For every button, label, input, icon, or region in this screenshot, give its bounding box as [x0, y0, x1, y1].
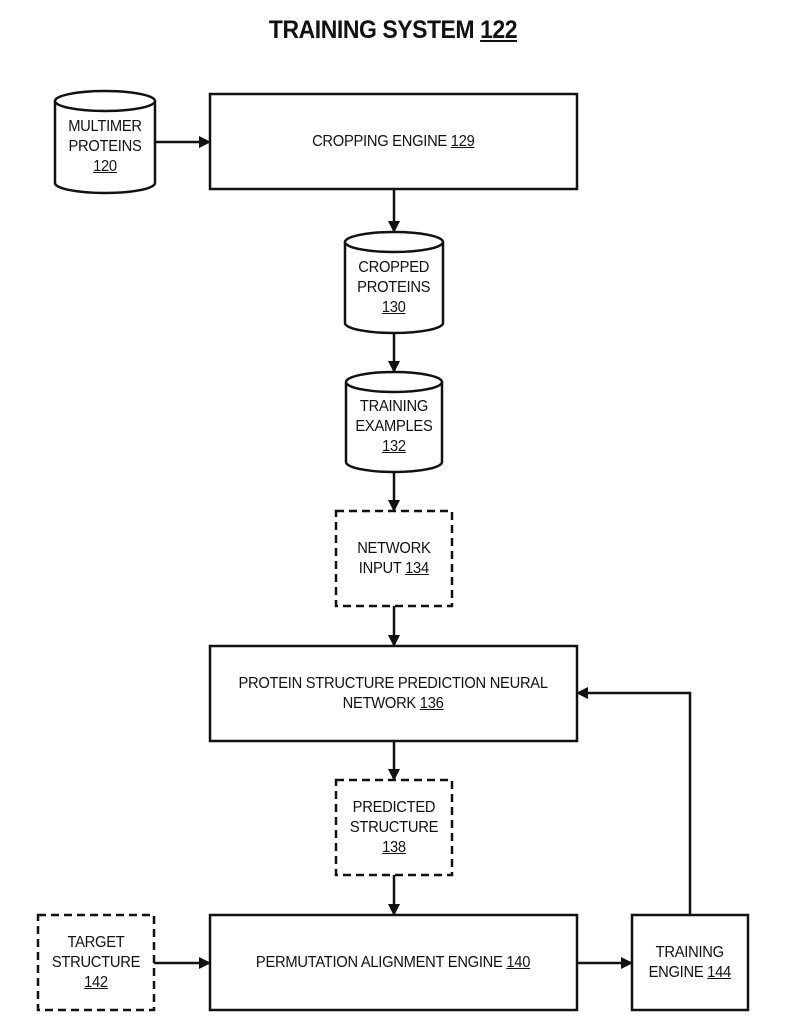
label-text: PROTEINS [357, 278, 431, 296]
node-label-permutation-alignment-engine: PERMUTATION ALIGNMENT ENGINE 140 [210, 915, 577, 1010]
node-label-target-structure: TARGET STRUCTURE 142 [38, 915, 154, 1010]
reference-number: 132 [382, 438, 406, 455]
label-line: 138 [350, 838, 438, 858]
label-text: PROTEINS [68, 138, 142, 155]
label-text: PERMUTATION ALIGNMENT ENGINE [256, 953, 504, 971]
label-text: ENGINE [648, 963, 704, 981]
label-line: 120 [68, 157, 142, 177]
label-line: PROTEINS [68, 137, 142, 157]
label-line: MULTIMER [68, 117, 142, 137]
label-line: PREDICTED [350, 798, 438, 818]
label-line: CROPPED [357, 258, 430, 278]
edge-training-engine-to-neural-network [576, 687, 692, 915]
label-text: PREDICTED [352, 798, 436, 816]
reference-number: 144 [707, 963, 732, 981]
node-label-network-input: NETWORK INPUT 134 [336, 511, 452, 606]
label-text: CROPPED [358, 258, 430, 276]
diagram-title: TRAINING SYSTEM 122 [31, 16, 754, 45]
node-label-multimer-proteins: MULTIMER PROTEINS 120 [55, 101, 155, 193]
label-line: PROTEIN STRUCTURE PREDICTION NEURAL [238, 674, 549, 694]
label-text: STRUCTURE [349, 818, 439, 836]
label-text: STRUCTURE [51, 953, 141, 971]
node-label-training-examples: TRAINING EXAMPLES 132 [346, 382, 442, 472]
label-line: STRUCTURE [349, 818, 439, 838]
label-text: TRAINING [655, 943, 725, 961]
reference-number: 138 [382, 838, 406, 856]
reference-number: 120 [93, 158, 117, 175]
label-line: 142 [52, 973, 140, 993]
label-line: STRUCTURE [51, 953, 141, 973]
title-text: TRAINING SYSTEM [268, 16, 475, 44]
title-ref: 122 [480, 16, 518, 44]
node-label-neural-network: PROTEIN STRUCTURE PREDICTION NEURAL NETWO… [210, 646, 577, 741]
label-line: PERMUTATION ALIGNMENT ENGINE 140 [256, 953, 530, 973]
label-line: INPUT 134 [357, 559, 430, 579]
reference-number: 140 [506, 953, 531, 971]
label-line: EXAMPLES [355, 417, 432, 437]
label-text: CROPPING ENGINE [312, 132, 448, 150]
label-text: TARGET [67, 933, 125, 951]
reference-number: 134 [405, 559, 430, 577]
node-label-cropped-proteins: CROPPED PROTEINS 130 [345, 242, 443, 333]
node-label-training-engine: TRAINING ENGINE 144 [632, 915, 748, 1010]
label-text: PROTEIN STRUCTURE PREDICTION NEURAL [238, 674, 549, 692]
label-line: TARGET [52, 933, 140, 953]
reference-number: 129 [451, 132, 475, 150]
label-text: MULTIMER [68, 118, 142, 135]
label-text: TRAINING [359, 398, 429, 415]
label-line: NETWORK 136 [239, 694, 548, 714]
node-label-predicted-structure: PREDICTED STRUCTURE 138 [336, 780, 452, 875]
label-text: EXAMPLES [355, 418, 433, 435]
label-text: NETWORK [343, 694, 417, 712]
label-text: NETWORK [357, 539, 431, 557]
label-line: TRAINING [355, 397, 432, 417]
label-line: NETWORK [357, 539, 431, 559]
label-line: 130 [357, 298, 430, 318]
label-line: CROPPING ENGINE 129 [312, 132, 475, 152]
reference-number: 136 [420, 694, 444, 712]
reference-number: 130 [382, 298, 406, 316]
label-line: PROTEINS [357, 278, 430, 298]
reference-number: 142 [84, 973, 108, 991]
label-text: INPUT [358, 559, 402, 577]
node-label-cropping-engine: CROPPING ENGINE 129 [210, 94, 577, 189]
label-line: ENGINE 144 [648, 963, 732, 983]
label-line: 132 [355, 437, 432, 457]
label-line: TRAINING [649, 943, 731, 963]
